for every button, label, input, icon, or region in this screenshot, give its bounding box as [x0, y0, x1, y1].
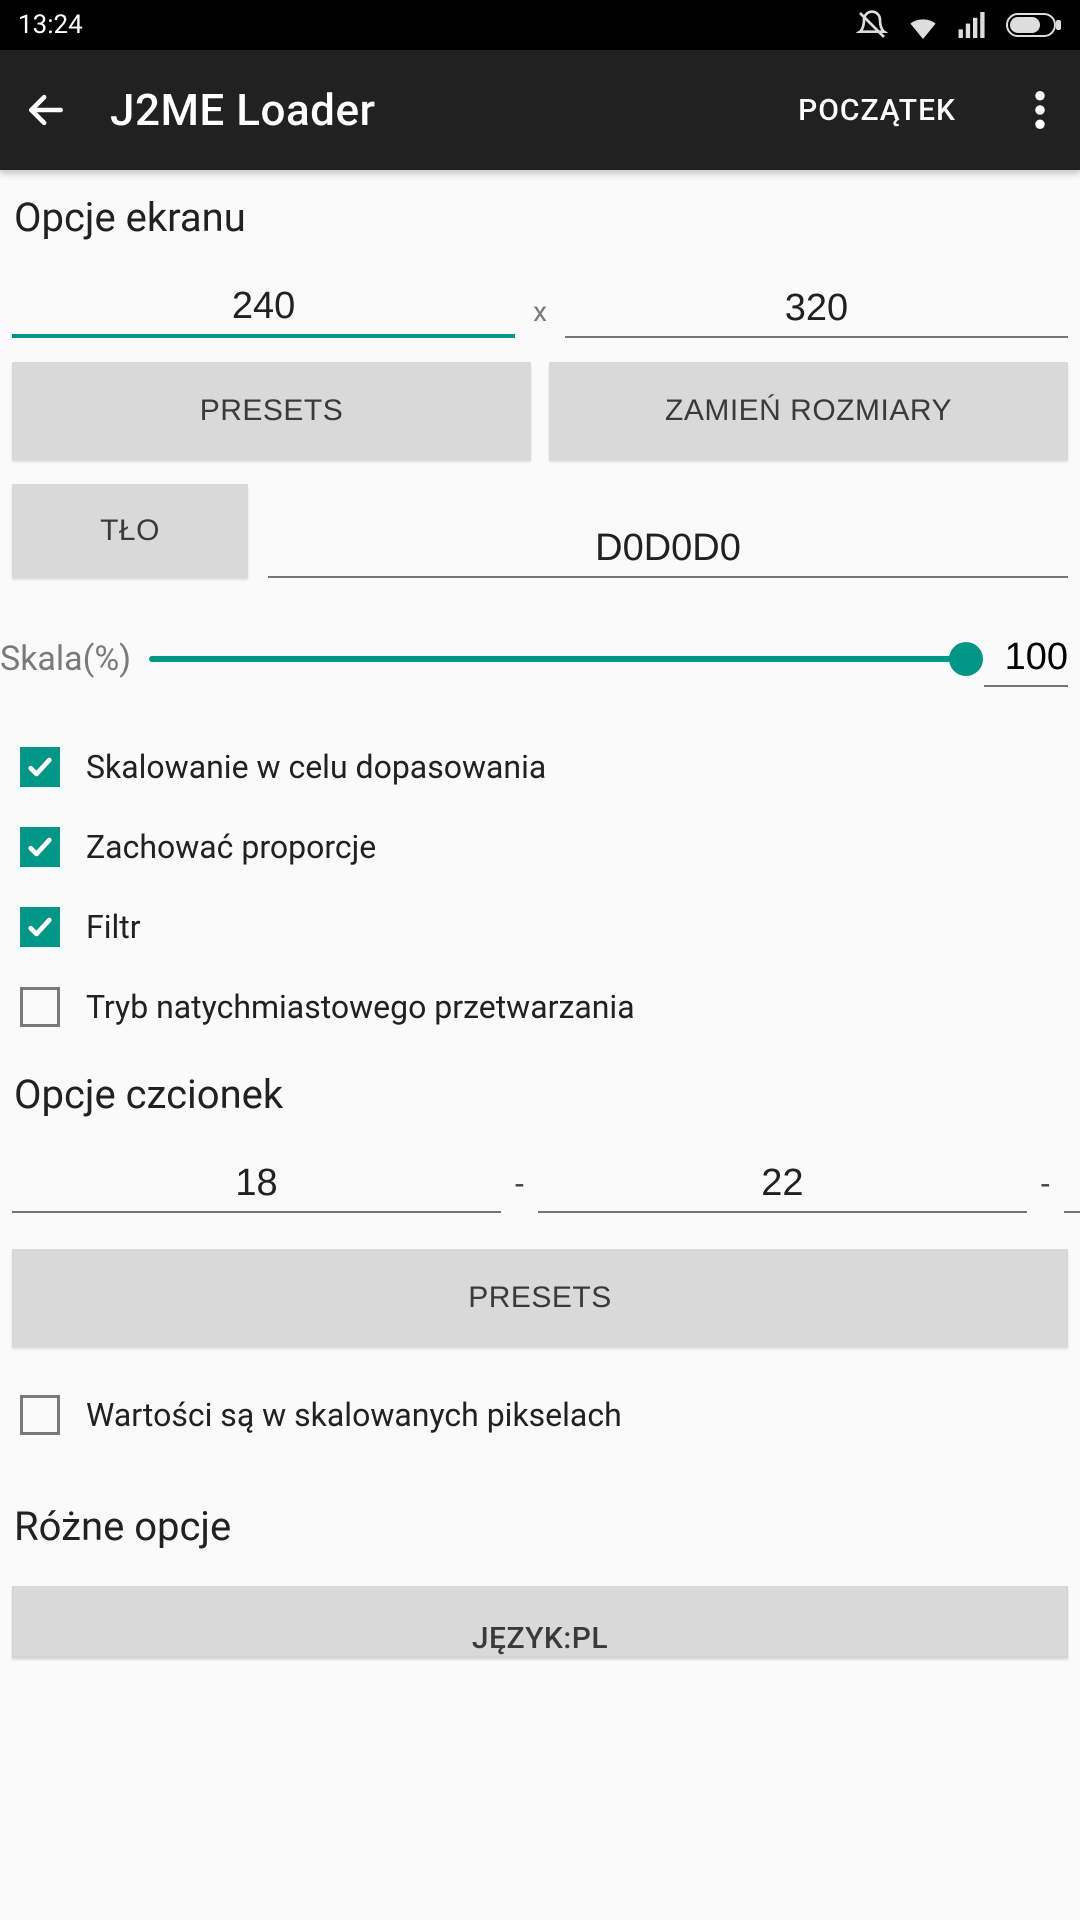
check-keep-aspect[interactable]: Zachować proporcje [12, 807, 1068, 887]
section-misc-title: Różne opcje [14, 1503, 1068, 1550]
check-icon [26, 753, 54, 781]
scale-value-input[interactable] [984, 630, 1068, 687]
section-screen-title: Opcje ekranu [14, 194, 1068, 241]
app-title: J2ME Loader [110, 84, 742, 136]
check-scaled-pixels[interactable]: Wartości są w skalowanych pikselach [12, 1375, 1068, 1455]
scale-row: Skala(%) [12, 630, 1068, 687]
check-immediate-mode-label: Tryb natychmiastowego przetwarzania [86, 988, 635, 1026]
check-immediate-mode[interactable]: Tryb natychmiastowego przetwarzania [12, 967, 1068, 1047]
scale-slider-thumb[interactable] [949, 642, 983, 676]
x-separator: x [519, 295, 561, 338]
signal-icon [958, 12, 988, 38]
scale-slider[interactable] [149, 656, 966, 662]
checkbox-filter[interactable] [20, 907, 60, 947]
status-bar: 13:24 [0, 0, 1080, 50]
font-large-input[interactable] [1064, 1152, 1080, 1213]
check-scaled-pixels-label: Wartości są w skalowanych pikselach [86, 1396, 622, 1434]
check-icon [26, 913, 54, 941]
presets-resolution-button[interactable]: PRESETS [12, 362, 531, 460]
hyphen-separator: - [1031, 1165, 1060, 1213]
font-medium-input[interactable] [538, 1152, 1027, 1213]
check-keep-aspect-label: Zachować proporcje [86, 828, 376, 866]
checkbox-scaled-pixels[interactable] [20, 1395, 60, 1435]
height-input[interactable] [565, 277, 1068, 338]
check-scale-to-fit-label: Skalowanie w celu dopasowania [86, 748, 546, 786]
dots-vertical-icon [1035, 91, 1045, 129]
start-action[interactable]: POCZĄTEK [778, 81, 976, 140]
section-font-title: Opcje czcionek [14, 1071, 1068, 1118]
wifi-icon [906, 11, 940, 39]
checkbox-scale-to-fit[interactable] [20, 747, 60, 787]
app-bar: J2ME Loader POCZĄTEK [0, 50, 1080, 170]
resolution-buttons-row: PRESETS ZAMIEŃ ROZMIARY [12, 362, 1068, 460]
battery-icon [1006, 13, 1062, 37]
background-button[interactable]: TŁO [12, 484, 248, 578]
status-icons [856, 9, 1062, 41]
check-scale-to-fit[interactable]: Skalowanie w celu dopasowania [12, 727, 1068, 807]
font-small-input[interactable] [12, 1152, 501, 1213]
status-time: 13:24 [18, 10, 83, 40]
language-button[interactable]: JĘZYK:PL [12, 1586, 1068, 1658]
presets-font-button[interactable]: PRESETS [12, 1249, 1068, 1347]
content-scroll[interactable]: Opcje ekranu x PRESETS ZAMIEŃ ROZMIARY T… [0, 170, 1080, 1658]
back-button[interactable] [18, 82, 74, 138]
checkbox-keep-aspect[interactable] [20, 827, 60, 867]
check-filter-label: Filtr [86, 908, 141, 946]
overflow-menu-button[interactable] [1012, 82, 1068, 138]
hyphen-separator: - [505, 1165, 534, 1213]
arrow-left-icon [24, 88, 68, 132]
scale-label: Skala(%) [0, 639, 131, 679]
font-sizes-row: - - [12, 1152, 1068, 1213]
language-button-label: JĘZYK:PL [472, 1621, 608, 1656]
checkbox-immediate-mode[interactable] [20, 987, 60, 1027]
resolution-row: x [12, 275, 1068, 338]
background-row: TŁO [12, 484, 1068, 578]
background-color-input[interactable] [268, 517, 1068, 578]
swap-sizes-button[interactable]: ZAMIEŃ ROZMIARY [549, 362, 1068, 460]
check-icon [26, 833, 54, 861]
width-input[interactable] [12, 275, 515, 338]
check-filter[interactable]: Filtr [12, 887, 1068, 967]
mute-icon [856, 9, 888, 41]
